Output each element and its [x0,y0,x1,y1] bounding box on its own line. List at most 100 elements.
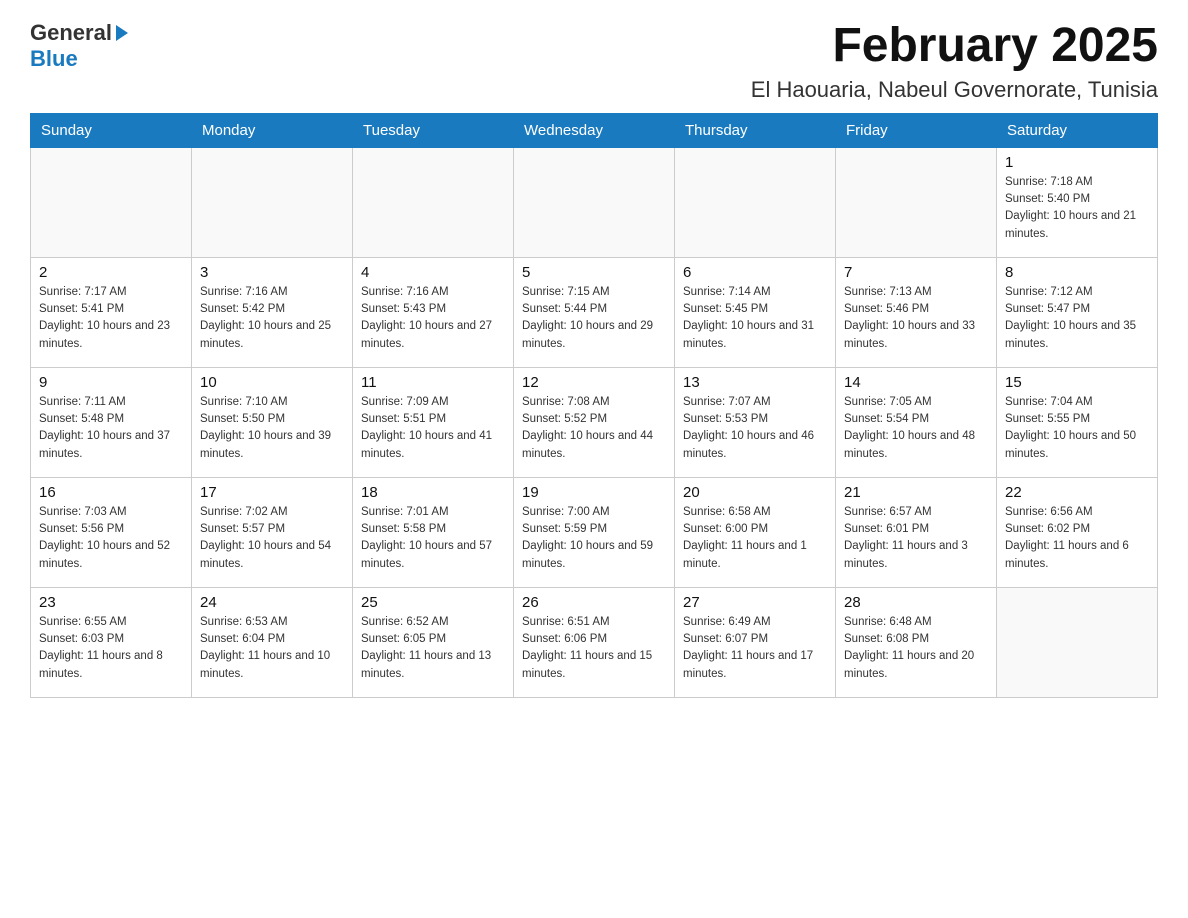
title-area: February 2025 El Haouaria, Nabeul Govern… [751,20,1158,103]
weekday-header-saturday: Saturday [997,113,1158,147]
day-number: 27 [683,594,827,611]
day-info: Sunrise: 7:15 AM Sunset: 5:44 PM Dayligh… [522,284,666,353]
header: General Blue February 2025 El Haouaria, … [30,20,1158,103]
day-info: Sunrise: 7:13 AM Sunset: 5:46 PM Dayligh… [844,284,988,353]
calendar-cell: 10 Sunrise: 7:10 AM Sunset: 5:50 PM Dayli… [192,367,353,477]
weekday-header-monday: Monday [192,113,353,147]
calendar-cell: 27 Sunrise: 6:49 AM Sunset: 6:07 PM Dayli… [675,587,836,697]
calendar-cell: 17 Sunrise: 7:02 AM Sunset: 5:57 PM Dayli… [192,477,353,587]
calendar-cell: 12Sunrise: 7:08 AM Sunset: 5:52 PM Dayli… [514,367,675,477]
week-row-1: 1 Sunrise: 7:18 AM Sunset: 5:40 PM Daylig… [31,147,1158,257]
day-info: Sunrise: 6:58 AM Sunset: 6:00 PM Dayligh… [683,504,827,573]
day-number: 2 [39,264,183,281]
day-number: 12 [522,374,666,391]
day-info: Sunrise: 7:00 AM Sunset: 5:59 PM Dayligh… [522,504,666,573]
calendar-cell: 28 Sunrise: 6:48 AM Sunset: 6:08 PM Dayli… [836,587,997,697]
day-number: 10 [200,374,344,391]
week-row-4: 16 Sunrise: 7:03 AM Sunset: 5:56 PM Dayli… [31,477,1158,587]
calendar-body: 1 Sunrise: 7:18 AM Sunset: 5:40 PM Daylig… [31,147,1158,697]
day-number: 15 [1005,374,1149,391]
calendar-cell: 2 Sunrise: 7:17 AM Sunset: 5:41 PM Daylig… [31,257,192,367]
day-info: Sunrise: 7:12 AM Sunset: 5:47 PM Dayligh… [1005,284,1149,353]
day-number: 20 [683,484,827,501]
logo-blue-text: Blue [30,46,78,71]
day-number: 18 [361,484,505,501]
day-number: 4 [361,264,505,281]
day-info: Sunrise: 7:09 AM Sunset: 5:51 PM Dayligh… [361,394,505,463]
day-info: Sunrise: 7:17 AM Sunset: 5:41 PM Dayligh… [39,284,183,353]
day-info: Sunrise: 7:10 AM Sunset: 5:50 PM Dayligh… [200,394,344,463]
day-number: 24 [200,594,344,611]
day-info: Sunrise: 6:53 AM Sunset: 6:04 PM Dayligh… [200,614,344,683]
calendar-cell: 9 Sunrise: 7:11 AM Sunset: 5:48 PM Daylig… [31,367,192,477]
day-number: 9 [39,374,183,391]
day-number: 14 [844,374,988,391]
week-row-5: 23 Sunrise: 6:55 AM Sunset: 6:03 PM Dayli… [31,587,1158,697]
day-info: Sunrise: 6:51 AM Sunset: 6:06 PM Dayligh… [522,614,666,683]
day-number: 7 [844,264,988,281]
day-info: Sunrise: 7:07 AM Sunset: 5:53 PM Dayligh… [683,394,827,463]
day-number: 1 [1005,154,1149,171]
calendar-cell: 21 Sunrise: 6:57 AM Sunset: 6:01 PM Dayli… [836,477,997,587]
day-number: 21 [844,484,988,501]
month-title: February 2025 [751,20,1158,73]
day-info: Sunrise: 6:49 AM Sunset: 6:07 PM Dayligh… [683,614,827,683]
week-row-3: 9 Sunrise: 7:11 AM Sunset: 5:48 PM Daylig… [31,367,1158,477]
day-number: 17 [200,484,344,501]
calendar-cell: 6Sunrise: 7:14 AM Sunset: 5:45 PM Daylig… [675,257,836,367]
day-info: Sunrise: 7:02 AM Sunset: 5:57 PM Dayligh… [200,504,344,573]
day-number: 28 [844,594,988,611]
day-number: 11 [361,374,505,391]
day-number: 16 [39,484,183,501]
weekday-header-row: SundayMondayTuesdayWednesdayThursdayFrid… [31,113,1158,147]
calendar-cell: 4 Sunrise: 7:16 AM Sunset: 5:43 PM Daylig… [353,257,514,367]
calendar-cell: 11 Sunrise: 7:09 AM Sunset: 5:51 PM Dayli… [353,367,514,477]
weekday-header-sunday: Sunday [31,113,192,147]
calendar-cell [997,587,1158,697]
day-info: Sunrise: 6:56 AM Sunset: 6:02 PM Dayligh… [1005,504,1149,573]
calendar-cell: 26Sunrise: 6:51 AM Sunset: 6:06 PM Dayli… [514,587,675,697]
day-number: 22 [1005,484,1149,501]
weekday-header-friday: Friday [836,113,997,147]
day-info: Sunrise: 6:55 AM Sunset: 6:03 PM Dayligh… [39,614,183,683]
day-number: 23 [39,594,183,611]
calendar-cell: 14 Sunrise: 7:05 AM Sunset: 5:54 PM Dayli… [836,367,997,477]
calendar-cell [675,147,836,257]
day-info: Sunrise: 7:16 AM Sunset: 5:43 PM Dayligh… [361,284,505,353]
calendar: SundayMondayTuesdayWednesdayThursdayFrid… [30,113,1158,698]
weekday-header-tuesday: Tuesday [353,113,514,147]
calendar-cell: 23 Sunrise: 6:55 AM Sunset: 6:03 PM Dayli… [31,587,192,697]
day-info: Sunrise: 7:01 AM Sunset: 5:58 PM Dayligh… [361,504,505,573]
calendar-cell: 15Sunrise: 7:04 AM Sunset: 5:55 PM Dayli… [997,367,1158,477]
day-info: Sunrise: 7:11 AM Sunset: 5:48 PM Dayligh… [39,394,183,463]
location-title: El Haouaria, Nabeul Governorate, Tunisia [751,77,1158,103]
day-info: Sunrise: 6:52 AM Sunset: 6:05 PM Dayligh… [361,614,505,683]
calendar-cell: 3Sunrise: 7:16 AM Sunset: 5:42 PM Daylig… [192,257,353,367]
calendar-cell [192,147,353,257]
day-number: 19 [522,484,666,501]
day-info: Sunrise: 7:05 AM Sunset: 5:54 PM Dayligh… [844,394,988,463]
calendar-cell: 7 Sunrise: 7:13 AM Sunset: 5:46 PM Daylig… [836,257,997,367]
calendar-cell [353,147,514,257]
day-info: Sunrise: 7:18 AM Sunset: 5:40 PM Dayligh… [1005,174,1149,243]
calendar-header: SundayMondayTuesdayWednesdayThursdayFrid… [31,113,1158,147]
calendar-cell: 16 Sunrise: 7:03 AM Sunset: 5:56 PM Dayli… [31,477,192,587]
week-row-2: 2 Sunrise: 7:17 AM Sunset: 5:41 PM Daylig… [31,257,1158,367]
calendar-cell: 22 Sunrise: 6:56 AM Sunset: 6:02 PM Dayli… [997,477,1158,587]
day-info: Sunrise: 7:03 AM Sunset: 5:56 PM Dayligh… [39,504,183,573]
day-number: 13 [683,374,827,391]
calendar-cell [31,147,192,257]
day-number: 25 [361,594,505,611]
day-info: Sunrise: 7:16 AM Sunset: 5:42 PM Dayligh… [200,284,344,353]
day-info: Sunrise: 6:48 AM Sunset: 6:08 PM Dayligh… [844,614,988,683]
calendar-cell: 20 Sunrise: 6:58 AM Sunset: 6:00 PM Dayli… [675,477,836,587]
day-info: Sunrise: 6:57 AM Sunset: 6:01 PM Dayligh… [844,504,988,573]
calendar-cell: 18 Sunrise: 7:01 AM Sunset: 5:58 PM Dayli… [353,477,514,587]
day-number: 8 [1005,264,1149,281]
calendar-cell: 19 Sunrise: 7:00 AM Sunset: 5:59 PM Dayli… [514,477,675,587]
logo-general-text: General [30,20,112,46]
calendar-cell [514,147,675,257]
logo: General Blue [30,20,128,72]
logo-chevron-icon [116,25,128,41]
day-number: 5 [522,264,666,281]
